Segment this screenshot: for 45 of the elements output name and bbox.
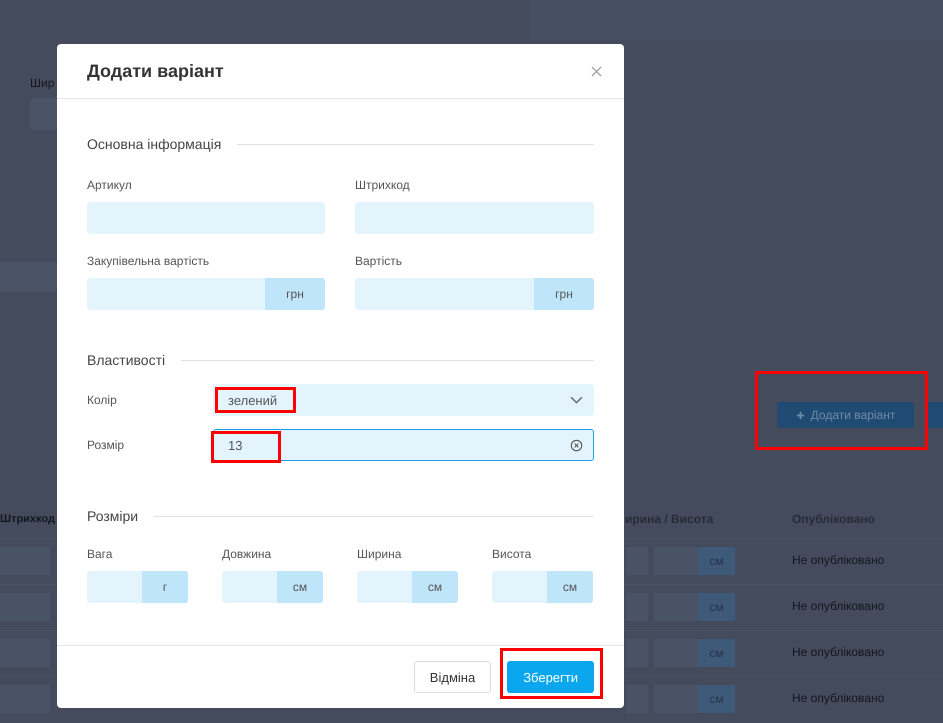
table-cell: Не опубліковано [792, 691, 884, 705]
input-field [654, 639, 698, 667]
field-label: Артикул [87, 178, 133, 192]
field-label: Вага [87, 547, 114, 561]
field-label: Колір [87, 393, 118, 407]
close-icon[interactable] [591, 66, 602, 76]
input-field [654, 685, 698, 713]
section-title: Розміри [87, 508, 138, 524]
input-field[interactable]: г [87, 571, 188, 603]
highlight-box [211, 431, 281, 463]
unit-label: см [277, 571, 323, 603]
dialog-title: Додати варіант [87, 60, 224, 82]
column-header: Штрихкод [0, 513, 55, 525]
select-field[interactable]: зелений [213, 384, 594, 416]
input-field[interactable]: см [492, 571, 593, 603]
input-field[interactable] [355, 202, 594, 234]
field-label: Шир [30, 76, 54, 90]
input-field[interactable]: грн [355, 278, 594, 310]
unit-label: см [412, 571, 458, 603]
input-field [654, 547, 698, 575]
field-label: Ширина [357, 547, 402, 561]
unit-label: грн [534, 278, 594, 310]
field-label: Довжина [222, 547, 272, 561]
input-field [654, 593, 698, 621]
section-title: Властивості [87, 352, 166, 368]
table-cell: Не опубліковано [792, 599, 884, 613]
input-field[interactable]: 13 [213, 429, 594, 461]
unit-label: см [547, 571, 593, 603]
unit-label: г [142, 571, 188, 603]
field-label: Висота [492, 547, 532, 561]
unit-label: грн [265, 278, 325, 310]
section-title: Основна інформація [87, 136, 222, 152]
cancel-button[interactable]: Відміна [414, 661, 492, 693]
field-label: Розмір [87, 438, 126, 452]
clear-icon[interactable] [570, 438, 583, 452]
field-label: Закупівельна вартість [87, 254, 210, 268]
table-cell: Не опубліковано [792, 645, 884, 659]
field-label: Вартість [355, 254, 403, 268]
input-field[interactable]: см [222, 571, 323, 603]
field-label: Штрихкод [355, 178, 411, 192]
input-field[interactable]: грн [87, 278, 325, 310]
table-cell: Не опубліковано [792, 553, 884, 567]
plus-icon [796, 410, 805, 420]
input-field[interactable] [87, 202, 325, 234]
input-field[interactable]: см [357, 571, 458, 603]
